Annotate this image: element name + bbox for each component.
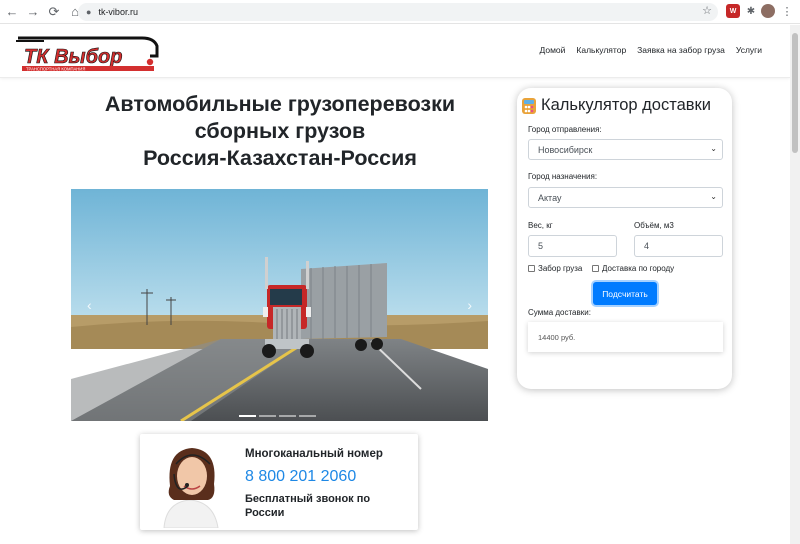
lock-icon: ● xyxy=(86,7,92,17)
calculator-title-text: Калькулятор доставки xyxy=(541,96,711,114)
from-city-select[interactable]: Новосибирск ⌄ xyxy=(528,139,723,160)
page-scrollbar[interactable] xyxy=(790,25,800,544)
nav-calculator[interactable]: Калькулятор xyxy=(576,45,626,55)
chevron-down-icon: ⌄ xyxy=(710,192,717,201)
bookmark-star-icon[interactable]: ☆ xyxy=(702,4,712,17)
scrollbar-thumb[interactable] xyxy=(792,33,798,153)
headline-line-1: Автомобильные грузоперевозки xyxy=(104,92,456,116)
reload-button[interactable]: ⟳ xyxy=(45,3,63,21)
carousel-indicators xyxy=(239,415,316,417)
hero-carousel: ‹ › xyxy=(71,189,488,421)
pickup-checkbox[interactable]: Забор груза xyxy=(528,264,582,273)
calculator-title: Калькулятор доставки xyxy=(521,96,711,115)
truck-photo xyxy=(71,189,488,421)
carousel-prev-button[interactable]: ‹ xyxy=(87,297,92,313)
chevron-down-icon: ⌄ xyxy=(710,144,717,153)
pickup-checkbox-label: Забор груза xyxy=(538,264,583,273)
nav-services[interactable]: Услуги xyxy=(736,45,762,55)
phone-number[interactable]: 8 800 201 2060 xyxy=(245,468,356,486)
checkbox-box[interactable] xyxy=(592,265,599,272)
to-city-select[interactable]: Актау ⌄ xyxy=(528,187,723,208)
nav-pickup-request[interactable]: Заявка на забор груза xyxy=(637,45,725,55)
logo-text: ТК Выбор xyxy=(24,46,122,68)
city-delivery-checkbox[interactable]: Доставка по городу xyxy=(592,264,674,273)
carousel-indicator[interactable] xyxy=(239,415,256,417)
phone-card: Многоканальный номер 8 800 201 2060 Бесп… xyxy=(140,434,418,530)
carousel-indicator[interactable] xyxy=(279,415,296,417)
to-city-label: Город назначения: xyxy=(528,172,598,181)
shield-extension-icon[interactable]: W xyxy=(726,4,740,18)
carousel-indicator[interactable] xyxy=(259,415,276,417)
back-button[interactable]: ← xyxy=(3,3,21,21)
weight-input[interactable]: 5 xyxy=(528,235,617,257)
browser-menu-icon[interactable]: ⋮ xyxy=(780,4,794,18)
volume-input[interactable]: 4 xyxy=(634,235,723,257)
checkbox-box[interactable] xyxy=(528,265,535,272)
phone-title: Многоканальный номер xyxy=(245,448,383,460)
address-bar[interactable]: ● tk-vibor.ru ☆ xyxy=(78,3,718,21)
site-header: ТК Выбор ТРАНСПОРТНАЯ КОМПАНИЯ Домой Кал… xyxy=(0,25,790,78)
carousel-indicator[interactable] xyxy=(299,415,316,417)
address-url: tk-vibor.ru xyxy=(98,7,138,17)
logo-subtext: ТРАНСПОРТНАЯ КОМПАНИЯ xyxy=(26,66,85,71)
carousel-next-button[interactable]: › xyxy=(467,297,472,313)
headline-line-2: сборных грузов xyxy=(194,119,366,143)
profile-avatar[interactable] xyxy=(761,4,775,18)
operator-photo xyxy=(144,436,236,528)
nav-home[interactable]: Домой xyxy=(540,45,566,55)
weight-label: Вес, кг xyxy=(528,221,553,230)
browser-toolbar: ← → ⟳ ⌂ ● tk-vibor.ru ☆ W ✱ ⋮ xyxy=(0,0,800,24)
to-city-value: Актау xyxy=(538,192,562,203)
site-logo[interactable]: ТК Выбор ТРАНСПОРТНАЯ КОМПАНИЯ xyxy=(14,32,160,74)
extensions-icon[interactable]: ✱ xyxy=(744,4,758,18)
volume-label: Объём, м3 xyxy=(634,221,674,230)
main-nav: Домой Калькулятор Заявка на забор груза … xyxy=(540,45,763,55)
city-delivery-checkbox-label: Доставка по городу xyxy=(602,264,675,273)
forward-button[interactable]: → xyxy=(24,3,42,21)
web-page: ТК Выбор ТРАНСПОРТНАЯ КОМПАНИЯ Домой Кал… xyxy=(0,25,790,544)
calculator-icon xyxy=(522,97,536,114)
page-headline: Автомобильные грузоперевозки сборных гру… xyxy=(70,91,490,172)
headline-line-3: Россия-Казахстан-Россия xyxy=(143,146,417,170)
phone-note: Бесплатный звонок по России xyxy=(245,493,371,519)
calculate-button[interactable]: Подсчитать xyxy=(593,282,657,305)
from-city-label: Город отправления: xyxy=(528,125,602,134)
sum-result: 14400 руб. xyxy=(528,322,723,352)
from-city-value: Новосибирск xyxy=(538,144,593,155)
delivery-calculator: Калькулятор доставки Город отправления: … xyxy=(517,88,732,389)
sum-label: Сумма доставки: xyxy=(528,308,591,317)
